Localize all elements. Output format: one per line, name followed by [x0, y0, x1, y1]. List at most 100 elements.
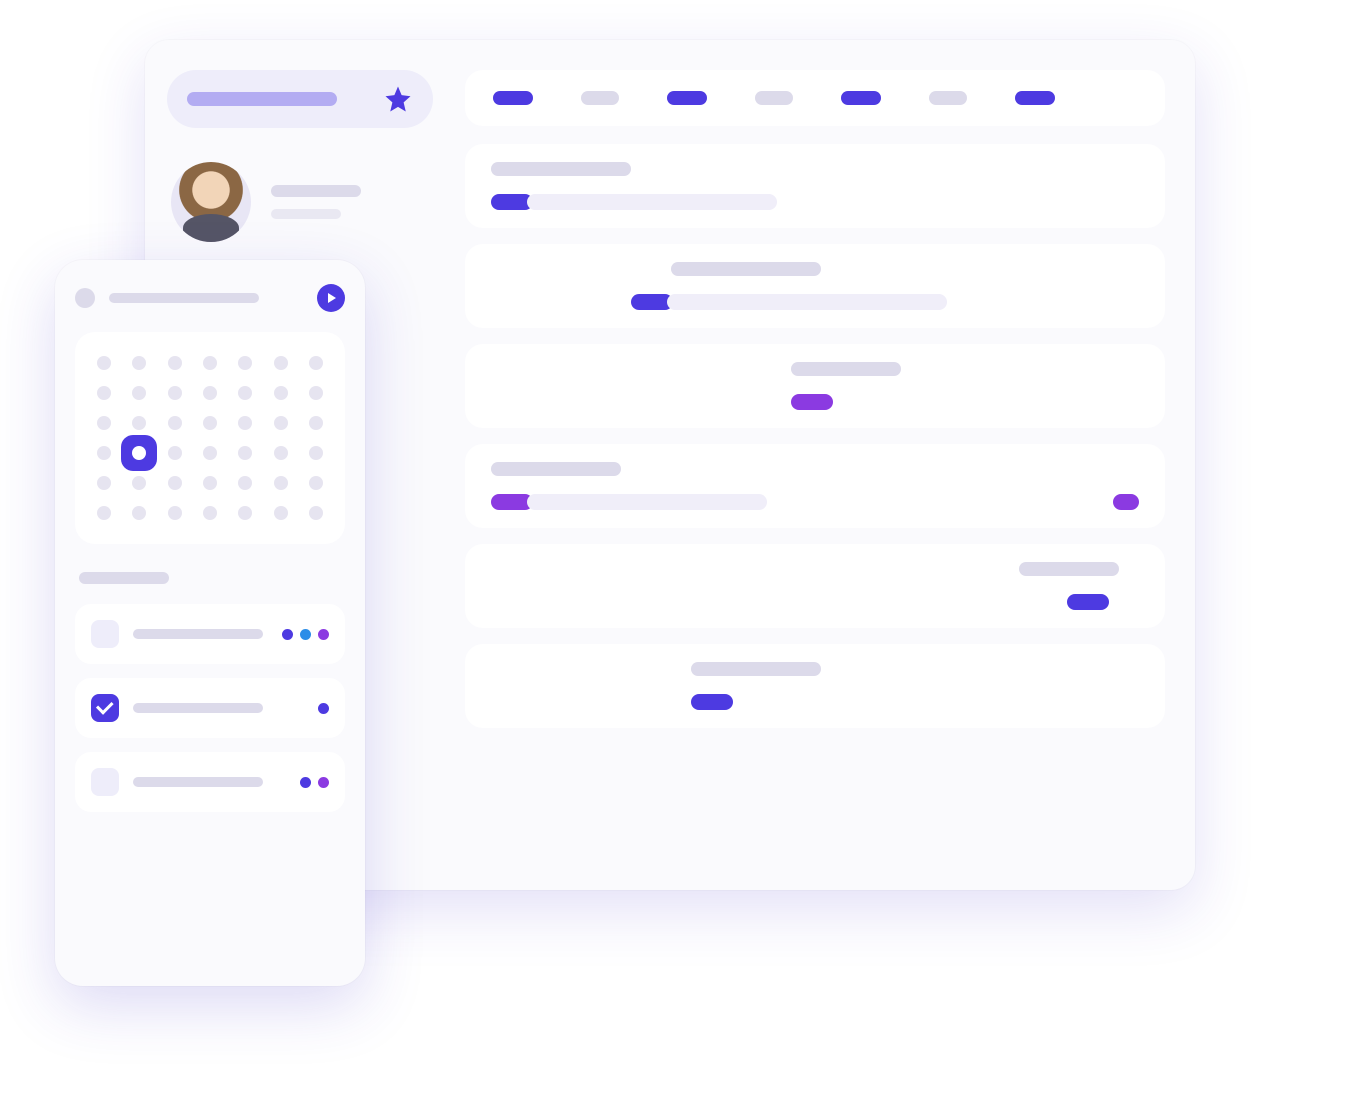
task-tags — [300, 777, 329, 788]
task-card[interactable] — [75, 752, 345, 812]
panel-progress-row — [491, 394, 1139, 410]
phone-card — [55, 260, 365, 986]
calendar-day[interactable] — [309, 506, 323, 520]
calendar-day[interactable] — [97, 506, 111, 520]
tab[interactable] — [581, 91, 619, 105]
tab[interactable] — [929, 91, 967, 105]
calendar-day[interactable] — [203, 446, 217, 460]
calendar-day[interactable] — [168, 446, 182, 460]
calendar-day[interactable] — [168, 476, 182, 490]
panel-progress-row — [491, 494, 1139, 510]
task-label — [133, 703, 263, 713]
search-field[interactable] — [167, 70, 433, 128]
profile-subtitle — [271, 209, 341, 219]
progress-track — [527, 194, 777, 210]
calendar-day[interactable] — [238, 476, 252, 490]
panel-progress-row — [491, 194, 1139, 210]
calendar-day[interactable] — [203, 416, 217, 430]
calendar-day[interactable] — [238, 446, 252, 460]
profile-row[interactable] — [167, 152, 433, 252]
profile-name — [271, 185, 361, 197]
tag-dot — [318, 777, 329, 788]
calendar-grid — [93, 356, 327, 520]
content-panel — [465, 544, 1165, 628]
progress-chip[interactable] — [791, 394, 833, 410]
panel-header — [1019, 562, 1119, 576]
task-label — [133, 777, 263, 787]
calendar-day[interactable] — [309, 476, 323, 490]
calendar-day[interactable] — [132, 416, 146, 430]
tab-bar — [465, 70, 1165, 126]
panel-header — [791, 362, 901, 376]
calendar-day[interactable] — [168, 416, 182, 430]
panels-container — [465, 144, 1165, 728]
calendar-day[interactable] — [168, 386, 182, 400]
progress-chip[interactable] — [1067, 594, 1109, 610]
content-panel — [465, 144, 1165, 228]
panel-progress-row — [491, 694, 1139, 710]
tag-dot — [318, 703, 329, 714]
tab[interactable] — [1015, 91, 1055, 105]
progress-chip[interactable] — [691, 694, 733, 710]
calendar-day[interactable] — [238, 416, 252, 430]
tab[interactable] — [667, 91, 707, 105]
calendar-day[interactable] — [97, 446, 111, 460]
calendar-day[interactable] — [132, 506, 146, 520]
calendar-day[interactable] — [309, 386, 323, 400]
panel-progress-row — [491, 594, 1139, 610]
calendar-day[interactable] — [274, 356, 288, 370]
menu-icon[interactable] — [75, 288, 95, 308]
calendar-day[interactable] — [309, 356, 323, 370]
calendar-day[interactable] — [203, 506, 217, 520]
checkbox-icon[interactable] — [91, 620, 119, 648]
calendar-day[interactable] — [274, 476, 288, 490]
star-icon[interactable] — [383, 84, 413, 114]
calendar-day[interactable] — [274, 506, 288, 520]
calendar-day[interactable] — [97, 416, 111, 430]
panel-progress-row — [491, 294, 1139, 310]
checkbox-icon[interactable] — [91, 768, 119, 796]
search-placeholder — [187, 92, 337, 106]
calendar-day[interactable] — [97, 356, 111, 370]
calendar-day[interactable] — [238, 506, 252, 520]
content-panel — [465, 344, 1165, 428]
panel-header — [491, 162, 631, 176]
tag-dot — [300, 777, 311, 788]
content-panel — [465, 444, 1165, 528]
progress-track — [527, 494, 767, 510]
tab[interactable] — [755, 91, 793, 105]
calendar-day[interactable] — [309, 416, 323, 430]
phone-title — [109, 293, 259, 303]
task-card[interactable] — [75, 604, 345, 664]
calendar-day[interactable] — [309, 446, 323, 460]
tag-dot — [282, 629, 293, 640]
calendar-day[interactable] — [203, 476, 217, 490]
calendar-day[interactable] — [132, 386, 146, 400]
tag-dot — [300, 629, 311, 640]
calendar-day[interactable] — [132, 476, 146, 490]
calendar-day[interactable] — [274, 386, 288, 400]
tasks-section-label — [79, 572, 169, 584]
calendar-day[interactable] — [238, 356, 252, 370]
calendar-day-selected[interactable] — [121, 435, 157, 471]
task-tags — [318, 703, 329, 714]
calendar-day[interactable] — [238, 386, 252, 400]
calendar-day[interactable] — [274, 446, 288, 460]
checkbox-checked-icon[interactable] — [91, 694, 119, 722]
calendar-day[interactable] — [168, 356, 182, 370]
calendar-day[interactable] — [168, 506, 182, 520]
calendar-day[interactable] — [97, 476, 111, 490]
calendar-day[interactable] — [274, 416, 288, 430]
task-label — [133, 629, 263, 639]
calendar-day[interactable] — [203, 386, 217, 400]
profile-text — [271, 185, 429, 219]
task-card[interactable] — [75, 678, 345, 738]
content-panel — [465, 644, 1165, 728]
play-icon[interactable] — [317, 284, 345, 312]
calendar-day[interactable] — [97, 386, 111, 400]
calendar-day[interactable] — [203, 356, 217, 370]
tab[interactable] — [493, 91, 533, 105]
progress-chip[interactable] — [1113, 494, 1139, 510]
tab[interactable] — [841, 91, 881, 105]
calendar-day[interactable] — [132, 356, 146, 370]
